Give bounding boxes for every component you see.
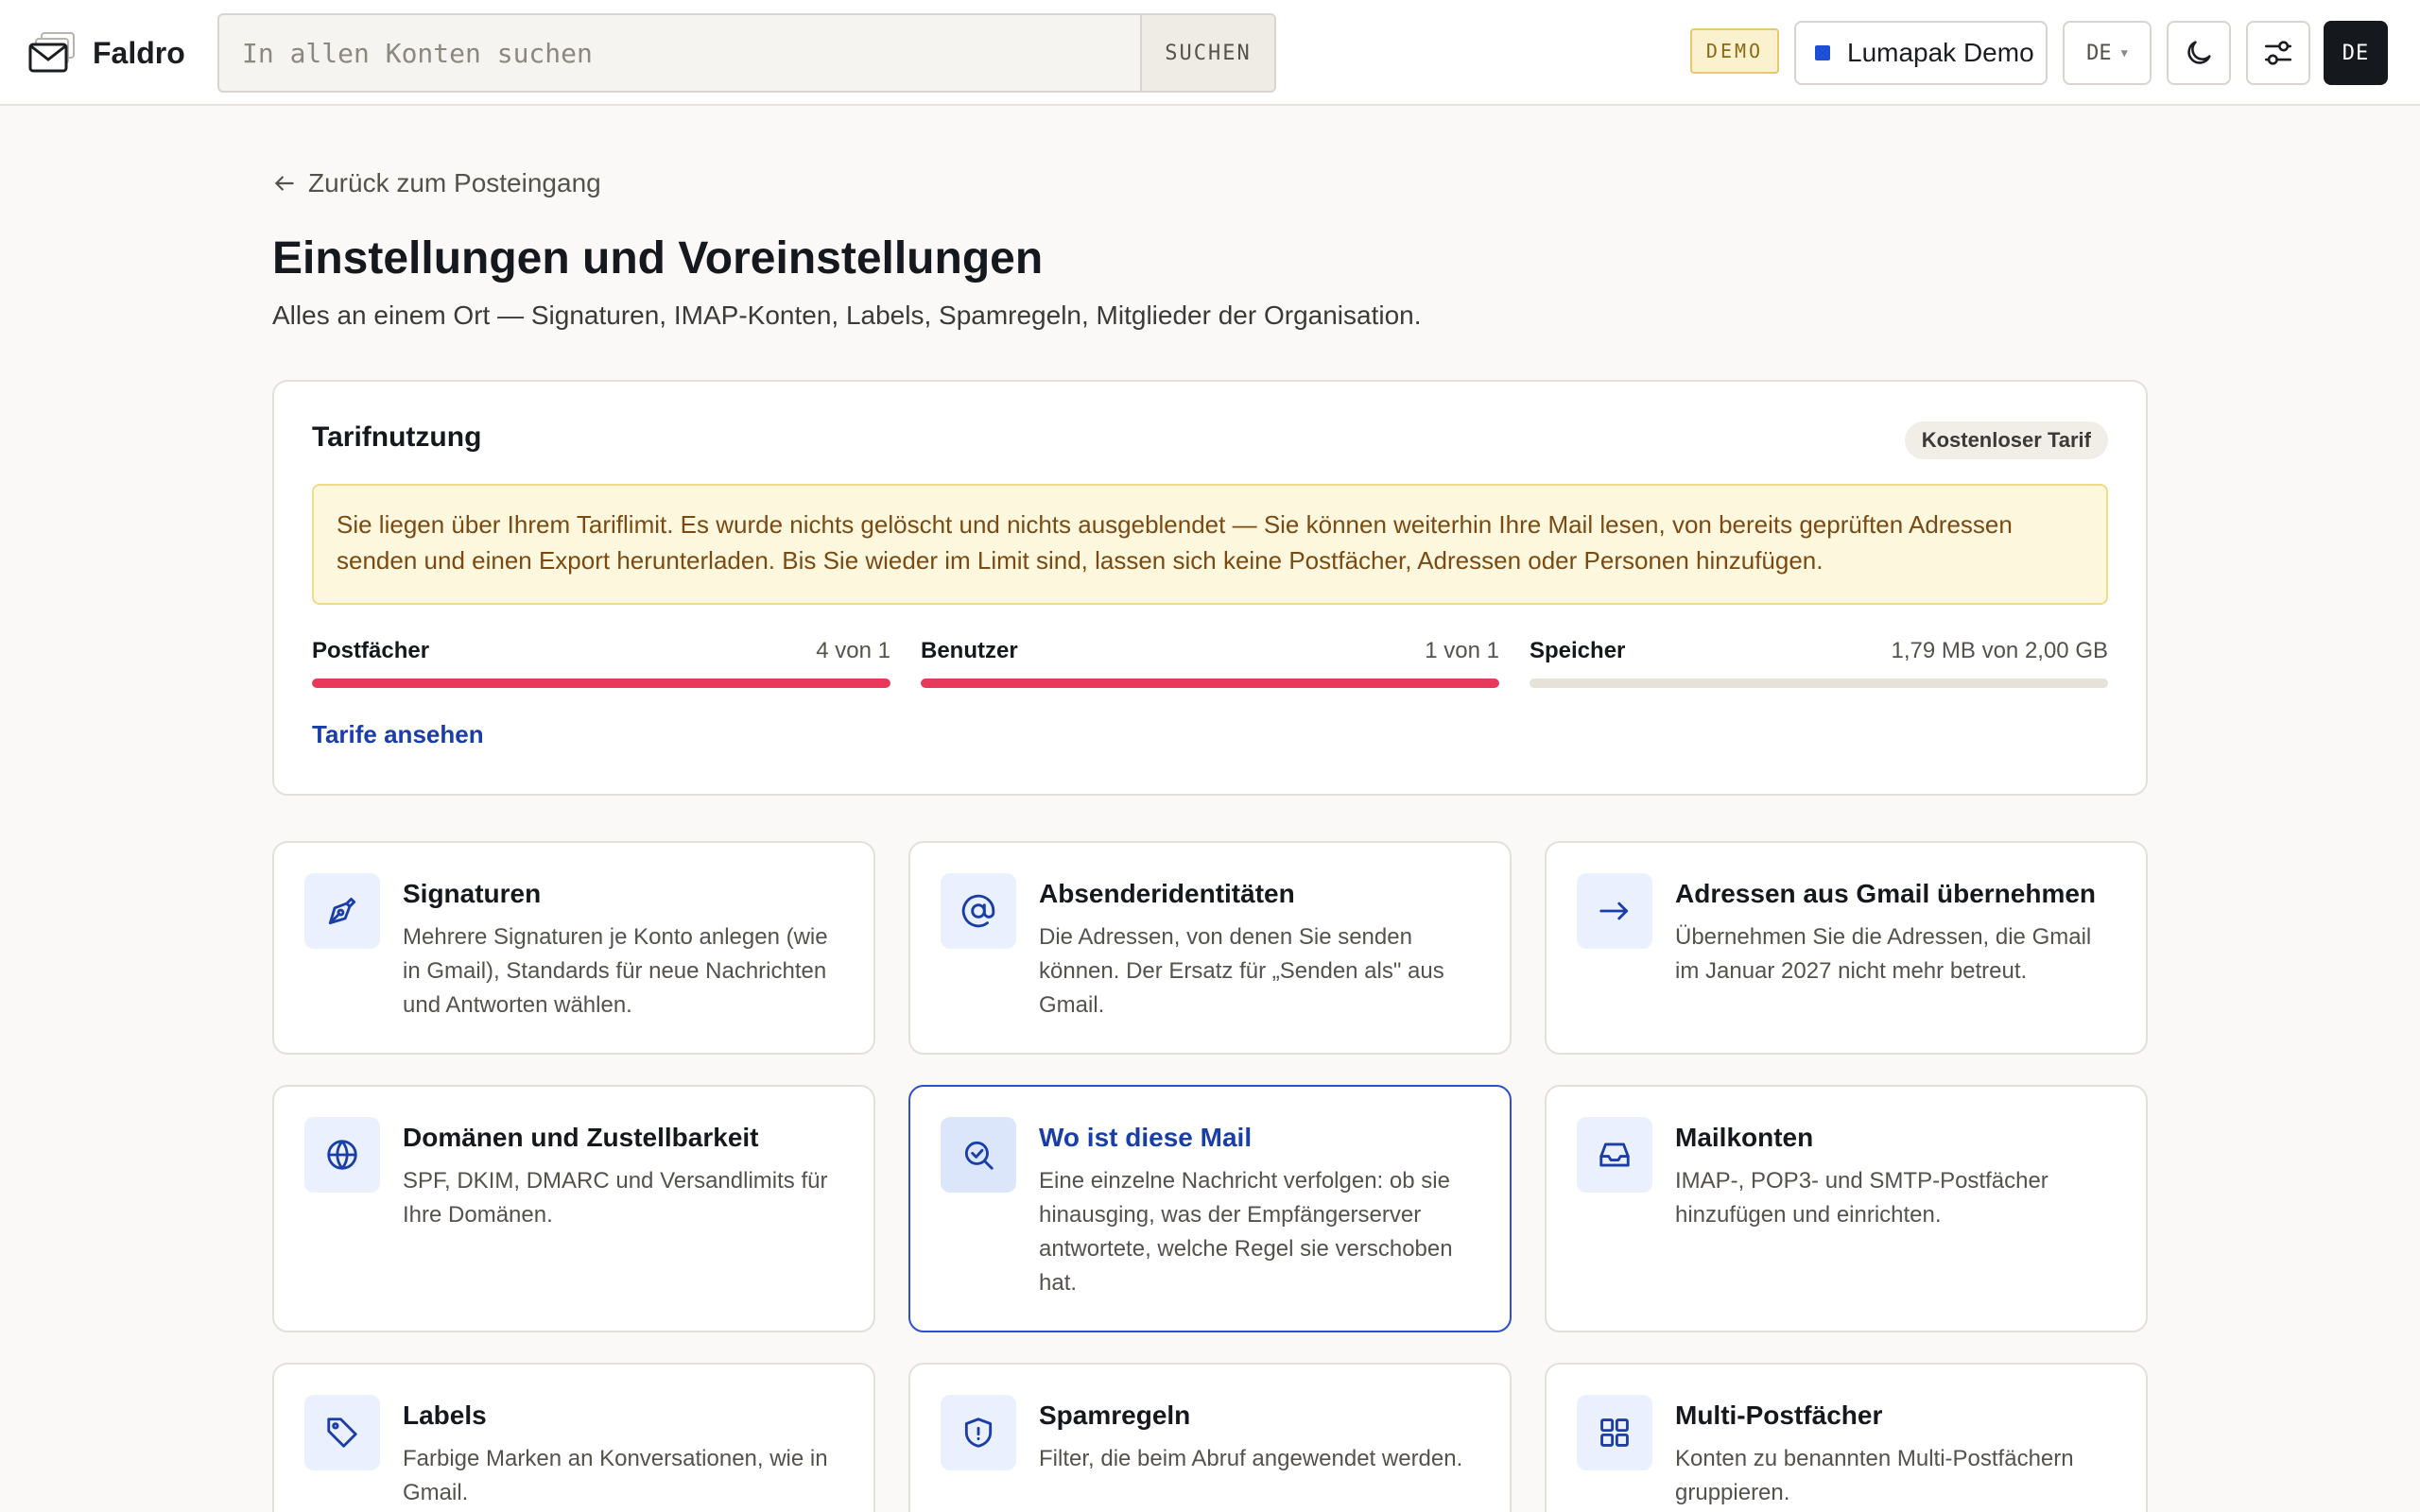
tile-desc: Die Adressen, von denen Sie senden könne… (1039, 924, 1444, 1018)
meter-mailboxes: Postfächer 4 von 1 (312, 637, 890, 688)
tile-labels[interactable]: Labels Farbige Marken an Konversationen,… (272, 1363, 875, 1512)
meter-value: 1,79 MB von 2,00 GB (1891, 638, 2108, 663)
tile-title: Spamregeln (1039, 1400, 1191, 1430)
tile-desc: SPF, DKIM, DMARC und Versandlimits für I… (403, 1168, 828, 1228)
tile-title: Absenderidentitäten (1039, 879, 1295, 908)
inbox-icon (1577, 1117, 1652, 1193)
tile-title: Domänen und Zustellbarkeit (403, 1123, 759, 1152)
search-input[interactable] (219, 15, 1140, 91)
tile-gmail-import[interactable]: Adressen aus Gmail übernehmen Übernehmen… (1545, 841, 2148, 1055)
grid-icon (1577, 1395, 1652, 1470)
meter-track (921, 679, 1499, 688)
tag-icon (304, 1395, 380, 1470)
caret-down-icon: ▼ (2120, 46, 2128, 60)
at-sign-icon (941, 873, 1016, 949)
search-bar: SUCHEN (217, 13, 1276, 93)
tile-desc: Übernehmen Sie die Adressen, die Gmail i… (1675, 924, 2092, 984)
meter-value: 4 von 1 (816, 638, 890, 663)
tile-domains[interactable]: Domänen und Zustellbarkeit SPF, DKIM, DM… (272, 1085, 875, 1332)
arrow-right-icon (1577, 873, 1652, 949)
language-select[interactable]: DE ▼ (2063, 21, 2152, 85)
account-color-dot (1815, 45, 1830, 60)
meter-fill (921, 679, 1499, 688)
tile-title: Wo ist diese Mail (1039, 1123, 1253, 1152)
tile-multi-inboxes[interactable]: Multi-Postfächer Konten zu benannten Mul… (1545, 1363, 2148, 1512)
theme-toggle-button[interactable] (2167, 21, 2231, 85)
meter-label: Postfächer (312, 638, 430, 663)
meter-track (1530, 679, 2108, 688)
pen-nib-icon (304, 873, 380, 949)
meter-storage: Speicher 1,79 MB von 2,00 GB (1530, 637, 2108, 688)
account-switcher[interactable]: Lumapak Demo (1794, 21, 2048, 85)
moon-icon (2183, 37, 2215, 69)
tile-desc: Mehrere Signaturen je Konto anlegen (wie… (403, 924, 828, 1018)
mail-logo-icon[interactable] (28, 30, 78, 76)
sliders-icon (2262, 37, 2294, 69)
limit-warning: Sie liegen über Ihrem Tariflimit. Es wur… (312, 484, 2108, 605)
meter-label: Benutzer (921, 638, 1018, 663)
tile-title: Mailkonten (1675, 1123, 1814, 1152)
tile-title: Adressen aus Gmail übernehmen (1675, 879, 2097, 908)
tile-mail-accounts[interactable]: Mailkonten IMAP-, POP3- und SMTP-Postfäc… (1545, 1085, 2148, 1332)
demo-badge: DEMO (1690, 28, 1779, 74)
view-plans-link[interactable]: Tarife ansehen (312, 720, 484, 749)
usage-meters: Postfächer 4 von 1 Benutzer 1 von 1 Spei… (312, 637, 2108, 688)
user-avatar[interactable]: DE (2324, 21, 2388, 85)
page-subtitle: Alles an einem Ort — Signaturen, IMAP-Ko… (272, 301, 1422, 330)
tile-sender-identities[interactable]: Absenderidentitäten Die Adressen, von de… (908, 841, 1512, 1055)
meter-users: Benutzer 1 von 1 (921, 637, 1499, 688)
tile-title: Signaturen (403, 879, 542, 908)
settings-tiles: Signaturen Mehrere Signaturen je Konto a… (272, 841, 2148, 1512)
account-name: Lumapak Demo (1847, 38, 2034, 67)
meter-track (312, 679, 890, 688)
tile-title: Labels (403, 1400, 487, 1430)
search-button[interactable]: SUCHEN (1140, 15, 1274, 91)
globe-icon (304, 1117, 380, 1193)
usage-title: Tarifnutzung (312, 421, 482, 453)
top-bar: Faldro SUCHEN DEMO Lumapak Demo DE ▼ DE (0, 0, 2420, 106)
tile-desc: Eine einzelne Nachricht verfolgen: ob si… (1039, 1168, 1453, 1296)
arrow-left-icon (272, 171, 297, 196)
shield-icon (941, 1395, 1016, 1470)
tile-signatures[interactable]: Signaturen Mehrere Signaturen je Konto a… (272, 841, 875, 1055)
plan-badge: Kostenloser Tarif (1904, 421, 2108, 459)
page-title: Einstellungen und Voreinstellungen (272, 233, 1044, 284)
search-check-icon (941, 1117, 1016, 1193)
settings-button[interactable] (2246, 21, 2310, 85)
plan-usage-card: Tarifnutzung Kostenloser Tarif Sie liege… (272, 380, 2148, 796)
back-to-inbox-link[interactable]: Zurück zum Posteingang (272, 168, 601, 198)
language-value: DE (2086, 41, 2112, 65)
back-link-label: Zurück zum Posteingang (308, 168, 601, 198)
meter-value: 1 von 1 (1425, 638, 1499, 663)
tile-desc: IMAP-, POP3- und SMTP-Postfächer hinzufü… (1675, 1168, 2048, 1228)
tile-where-is-mail[interactable]: Wo ist diese Mail Eine einzelne Nachrich… (908, 1085, 1512, 1332)
tile-desc: Filter, die beim Abruf angewendet werden… (1039, 1446, 1463, 1471)
brand-name[interactable]: Faldro (93, 34, 185, 72)
tile-title: Multi-Postfächer (1675, 1400, 1883, 1430)
tile-spam-rules[interactable]: Spamregeln Filter, die beim Abruf angewe… (908, 1363, 1512, 1512)
meter-label: Speicher (1530, 638, 1626, 663)
tile-desc: Farbige Marken an Konversationen, wie in… (403, 1446, 828, 1505)
tile-desc: Konten zu benannten Multi-Postfächern gr… (1675, 1446, 2074, 1505)
meter-fill (312, 679, 890, 688)
